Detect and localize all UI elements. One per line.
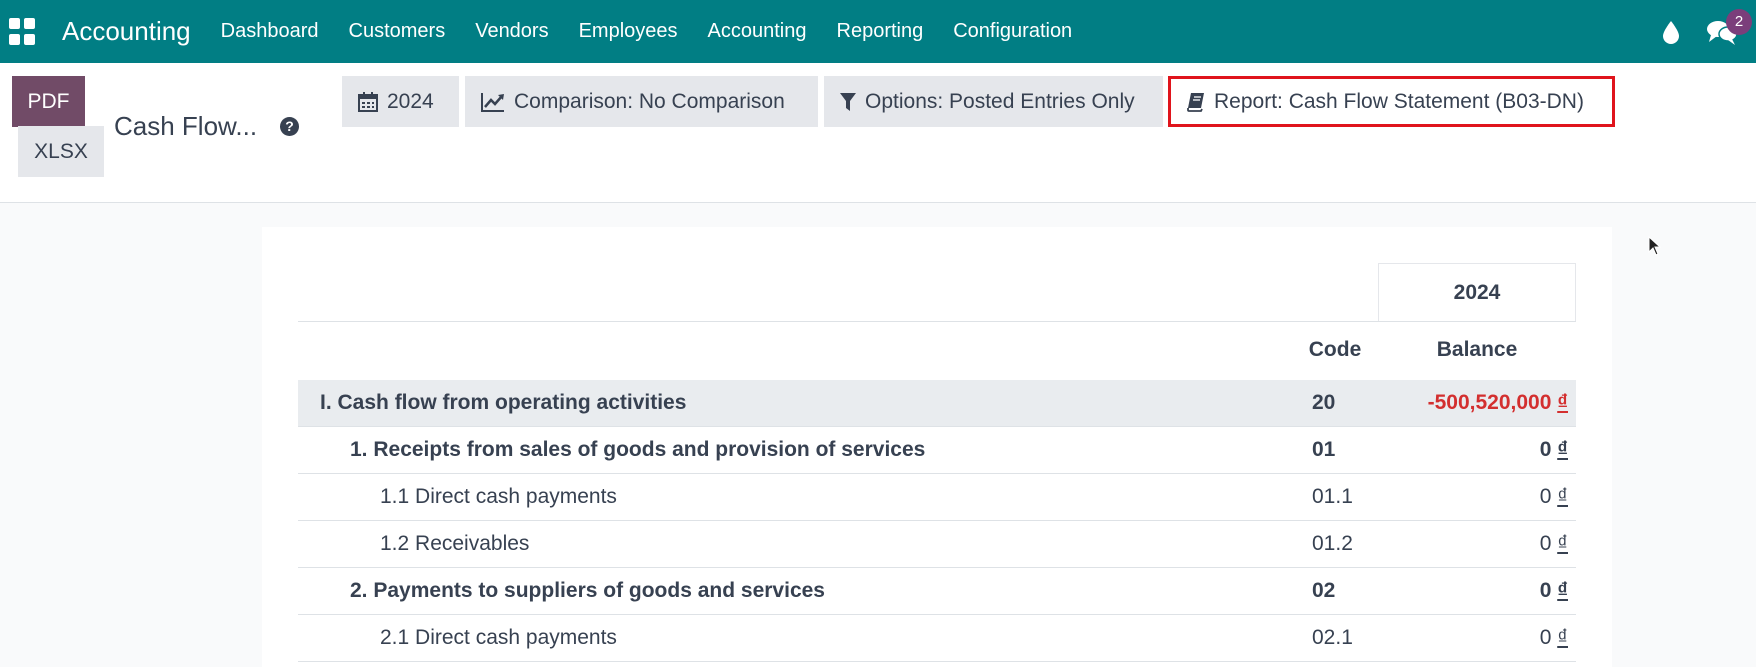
nav-item-accounting[interactable]: Accounting	[693, 20, 822, 43]
nav-item-customers[interactable]: Customers	[334, 20, 461, 43]
currency-symbol: ₫	[1557, 579, 1568, 602]
currency-symbol: ₫	[1557, 626, 1568, 649]
balance-amount: 0	[1539, 532, 1552, 555]
nav-item-configuration[interactable]: Configuration	[938, 20, 1087, 43]
line-name: I. Cash flow from operating activities	[320, 391, 687, 414]
line-code: 02.1	[1312, 626, 1353, 649]
period-column-header: 2024	[1378, 263, 1576, 321]
currency-symbol: ₫	[1557, 438, 1568, 461]
book-icon	[1187, 92, 1204, 112]
report-line-row[interactable]: 2.1 Direct cash payments 02.1 0 ₫	[298, 615, 1576, 662]
line-balance[interactable]: 0 ₫	[1540, 615, 1568, 661]
line-name: 2. Payments to suppliers of goods and se…	[350, 579, 825, 602]
nav-item-reporting[interactable]: Reporting	[822, 20, 939, 43]
balance-column-header: Balance	[1436, 337, 1518, 361]
line-balance[interactable]: 0 ₫	[1540, 427, 1568, 473]
xlsx-export-button[interactable]: XLSX	[18, 126, 104, 177]
line-balance[interactable]: 0 ₫	[1540, 521, 1568, 567]
line-name: 1. Receipts from sales of goods and prov…	[350, 438, 926, 461]
page-title: Cash Flow...	[114, 111, 258, 141]
line-name: 1.1 Direct cash payments	[380, 485, 617, 508]
code-column-header: Code	[1308, 337, 1362, 361]
control-panel: PDF XLSX Cash Flow... ? 2024 Comparison:…	[0, 63, 1756, 203]
app-brand[interactable]: Accounting	[62, 16, 191, 47]
line-code: 01.2	[1312, 532, 1353, 555]
funnel-icon	[840, 92, 856, 111]
nav-item-dashboard[interactable]: Dashboard	[206, 20, 334, 43]
balance-amount: 0	[1539, 626, 1552, 649]
line-code: 01.1	[1312, 485, 1353, 508]
messaging-menu[interactable]: 2	[1706, 8, 1752, 47]
report-line-row[interactable]: 1.2 Receivables 01.2 0 ₫	[298, 521, 1576, 568]
nav-item-vendors[interactable]: Vendors	[460, 20, 563, 43]
top-navbar: Accounting Dashboard Customers Vendors E…	[0, 0, 1756, 63]
currency-symbol: ₫	[1557, 485, 1568, 508]
mouse-pointer-icon	[1648, 236, 1662, 256]
report-section-row[interactable]: I. Cash flow from operating activities 20…	[298, 380, 1576, 427]
report-line-row[interactable]: 2. Payments to suppliers of goods and se…	[298, 568, 1576, 615]
report-selector-label: Report: Cash Flow Statement (B03-DN)	[1214, 89, 1584, 113]
line-code: 20	[1312, 391, 1336, 414]
comparison-filter-label: Comparison: No Comparison	[514, 89, 785, 113]
line-name: 1.2 Receivables	[380, 532, 530, 555]
balance-amount: -500,520,000	[1427, 391, 1552, 414]
date-filter-label: 2024	[387, 89, 434, 113]
options-filter-label: Options: Posted Entries Only	[865, 89, 1135, 113]
nav-item-employees[interactable]: Employees	[564, 20, 693, 43]
line-name: 2.1 Direct cash payments	[380, 626, 617, 649]
line-balance[interactable]: 0 ₫	[1540, 568, 1568, 614]
pdf-export-button[interactable]: PDF	[12, 76, 85, 127]
report-line-row[interactable]: 1. Receipts from sales of goods and prov…	[298, 427, 1576, 474]
comparison-filter-button[interactable]: Comparison: No Comparison	[465, 76, 818, 127]
help-icon[interactable]: ?	[280, 117, 299, 136]
report-selector-button[interactable]: Report: Cash Flow Statement (B03-DN)	[1168, 76, 1615, 127]
chat-count-badge: 2	[1726, 8, 1752, 35]
calendar-icon	[358, 91, 378, 112]
date-filter-button[interactable]: 2024	[342, 76, 459, 127]
apps-grid-icon[interactable]	[9, 17, 37, 46]
water-drop-icon[interactable]	[1662, 20, 1680, 44]
currency-symbol: ₫	[1557, 532, 1568, 555]
line-balance[interactable]: -500,520,000 ₫	[1428, 380, 1568, 426]
options-filter-button[interactable]: Options: Posted Entries Only	[824, 76, 1163, 127]
line-code: 01	[1312, 438, 1336, 461]
navbar-systray: 2	[1662, 0, 1752, 63]
balance-amount: 0	[1539, 485, 1552, 508]
balance-amount: 0	[1539, 579, 1552, 602]
report-line-row[interactable]: 1.1 Direct cash payments 01.1 0 ₫	[298, 474, 1576, 521]
currency-symbol: ₫	[1557, 391, 1568, 414]
balance-amount: 0	[1539, 438, 1552, 461]
line-balance[interactable]: 0 ₫	[1540, 474, 1568, 520]
line-chart-icon	[481, 92, 504, 112]
line-code: 02	[1312, 579, 1336, 602]
